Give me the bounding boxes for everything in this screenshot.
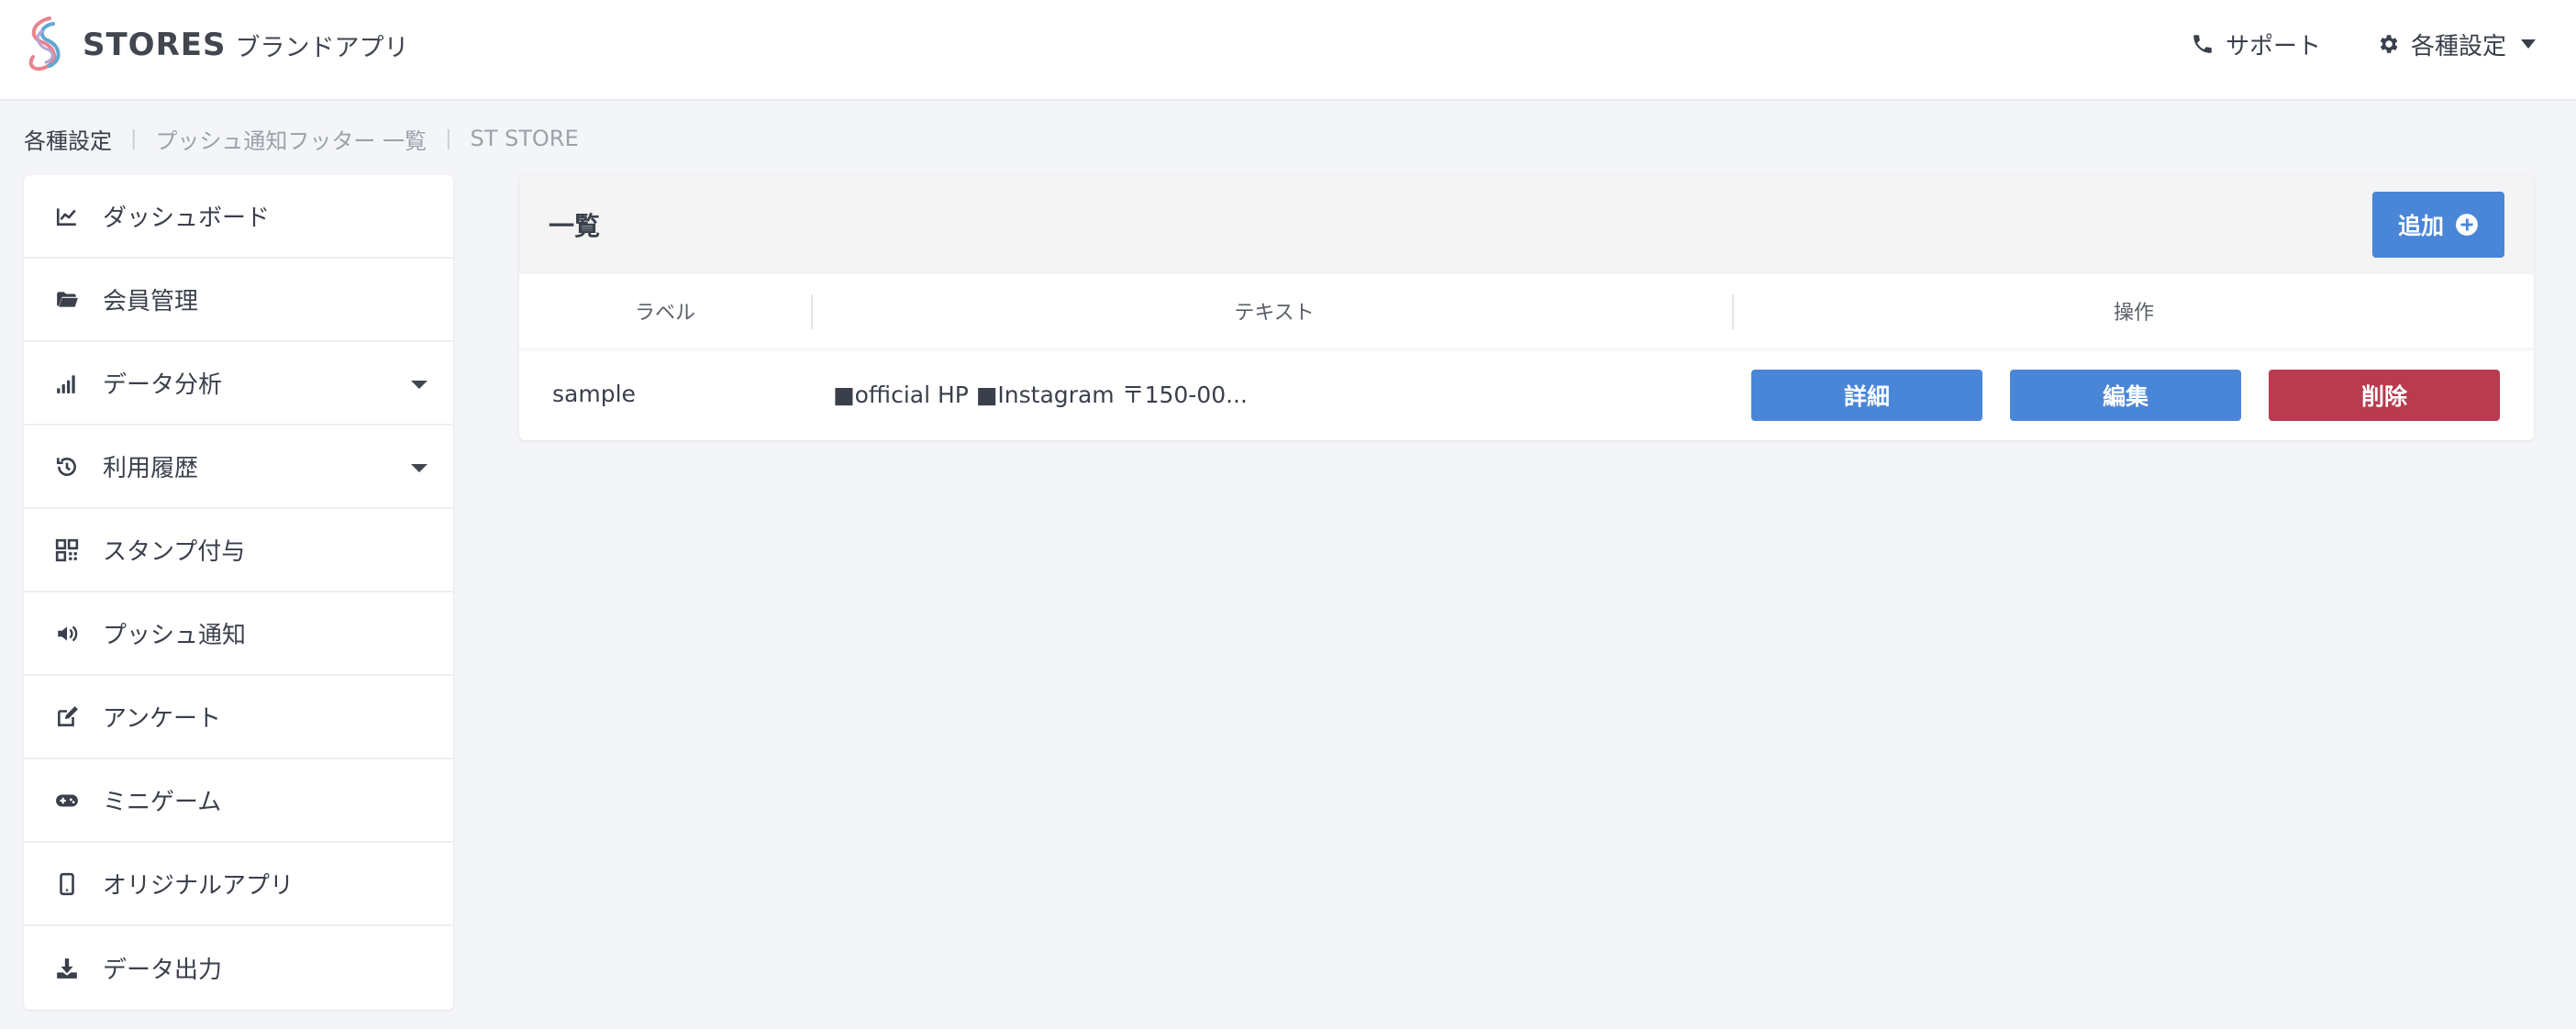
delete-button[interactable]: 削除 — [2269, 370, 2500, 421]
support-label: サポート — [2225, 32, 2321, 61]
header-nav: サポート 各種設定 — [2191, 26, 2536, 62]
gear-icon — [2380, 35, 2398, 53]
edit-icon — [55, 705, 79, 729]
breadcrumb-item-store: ST STORE — [470, 126, 579, 151]
column-header-actions: 操作 — [2113, 302, 2154, 325]
sidebar-item-label: データ出力 — [103, 957, 223, 984]
sidebar-item-label: データ分析 — [103, 371, 223, 399]
column-header-text: テキスト — [1234, 302, 1315, 325]
edit-button[interactable]: 編集 — [2010, 370, 2241, 421]
sidebar-item-original-app[interactable]: オリジナルアプリ — [24, 843, 453, 926]
sidebar-item-survey[interactable]: アンケート — [24, 676, 453, 759]
breadcrumb-separator: | — [445, 127, 452, 150]
sidebar-item-data-export[interactable]: データ出力 — [24, 926, 453, 1010]
settings-label: 各種設定 — [2410, 32, 2506, 61]
stores-logo-icon — [28, 17, 61, 71]
detail-button[interactable]: 詳細 — [1751, 370, 1982, 421]
sidebar-item-label: オリジナルアプリ — [103, 872, 294, 900]
sidebar-item-stamp[interactable]: スタンプ付与 — [24, 509, 453, 592]
settings-dropdown[interactable]: 各種設定 — [2376, 28, 2536, 61]
sidebar-item-label: ダッシュボード — [103, 205, 271, 232]
qrcode-icon — [55, 538, 79, 562]
sidebar-item-label: ミニゲーム — [103, 789, 222, 816]
breadcrumb: 各種設定 | プッシュ通知フッター 一覧 | ST STORE — [24, 122, 579, 155]
folder-open-icon — [55, 288, 79, 312]
signal-bars-icon — [55, 371, 79, 395]
sidebar-item-label: プッシュ通知 — [103, 622, 247, 649]
download-icon — [55, 957, 79, 980]
top-header: STORES ブランドアプリ サポート 各種設定 — [0, 0, 2576, 101]
logo-text: STORES — [83, 27, 227, 63]
breadcrumb-separator: | — [130, 127, 138, 150]
phone-icon — [2193, 35, 2212, 53]
cell-label: sample — [552, 380, 636, 407]
history-icon — [55, 455, 79, 479]
sidebar-item-data-analysis[interactable]: データ分析 — [24, 342, 453, 426]
sidebar-item-label: スタンプ付与 — [103, 538, 246, 566]
sidebar-item-push-notification[interactable]: プッシュ通知 — [24, 592, 453, 676]
sidebar-item-label: 会員管理 — [103, 288, 199, 315]
sidebar-item-usage-history[interactable]: 利用履歴 — [24, 426, 453, 509]
mobile-icon — [55, 872, 79, 896]
table-header: ラベル テキスト 操作 — [519, 274, 2534, 348]
cell-text: ■official HP ■Instagram 〒150-00... — [833, 382, 1248, 408]
chevron-down-icon — [411, 381, 427, 389]
page-title: 一覧 — [549, 211, 601, 241]
breadcrumb-item-settings[interactable]: 各種設定 — [24, 123, 112, 155]
sidebar-item-minigame[interactable]: ミニゲーム — [24, 759, 453, 843]
add-button-label: 追加 — [2397, 213, 2444, 239]
chevron-down-icon — [411, 464, 427, 472]
gamepad-icon — [55, 789, 79, 813]
plus-circle-icon — [2456, 214, 2478, 236]
chevron-down-icon — [2521, 39, 2536, 49]
sidebar-item-label: 利用履歴 — [103, 455, 199, 482]
chart-line-icon — [55, 205, 79, 228]
brand-logo[interactable]: STORES ブランドアプリ — [22, 15, 408, 75]
sidebar-item-dashboard[interactable]: ダッシュボード — [24, 175, 453, 259]
support-link[interactable]: サポート — [2191, 28, 2321, 61]
volume-icon — [55, 622, 79, 646]
sidebar-item-label: アンケート — [103, 705, 221, 733]
sidebar-nav: ダッシュボード 会員管理 データ分析 利用履歴 スタンプ付与 プッシュ通知 アン… — [24, 175, 453, 1010]
column-header-label: ラベル — [634, 302, 695, 325]
panel-header: 一覧 追加 — [519, 175, 2534, 274]
add-button[interactable]: 追加 — [2372, 192, 2504, 258]
sidebar-item-members[interactable]: 会員管理 — [24, 259, 453, 342]
logo-subtitle: ブランドアプリ — [235, 33, 409, 62]
breadcrumb-item-push-footer-list[interactable]: プッシュ通知フッター 一覧 — [155, 123, 427, 155]
